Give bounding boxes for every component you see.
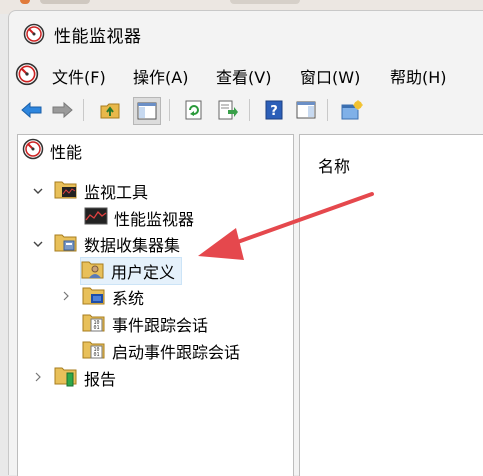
show-hide-action-pane-icon[interactable] xyxy=(293,97,319,123)
tree-root[interactable]: 性能 xyxy=(22,138,82,164)
menu-window[interactable]: 窗口(W) xyxy=(297,62,363,90)
help-icon[interactable]: ? xyxy=(261,97,287,123)
performance-monitor-window: 性能监视器 文件(F) 操作(A) 查看(V) 窗口(W) 帮助(H) ? 性能… xyxy=(8,10,483,476)
tree-item-performance-monitor[interactable]: 性能监视器 xyxy=(84,205,194,231)
show-hide-tree-icon[interactable] xyxy=(133,97,161,125)
system-folder-icon xyxy=(82,285,106,309)
performance-chart-icon xyxy=(84,207,108,229)
toolbar-separator xyxy=(249,99,250,121)
window-title: 性能监视器 xyxy=(54,27,142,47)
menu-help[interactable]: 帮助(H) xyxy=(387,62,450,90)
data-collector-folder-icon xyxy=(54,232,78,256)
chevron-down-icon[interactable] xyxy=(32,238,44,250)
tree-item-system[interactable]: 系统 xyxy=(82,284,144,310)
tree-label: 数据收集器集 xyxy=(84,236,181,255)
startup-trace-folder-icon: 10 01 xyxy=(82,339,106,363)
tree-label: 系统 xyxy=(112,289,145,308)
tree-label: 启动事件跟踪会话 xyxy=(112,343,241,362)
tree-label: 用户定义 xyxy=(111,263,176,282)
toolbar: ? xyxy=(9,95,483,125)
toolbar-separator xyxy=(327,99,328,121)
up-folder-icon[interactable] xyxy=(97,97,123,123)
column-header-name[interactable]: 名称 xyxy=(318,153,350,177)
svg-text:01: 01 xyxy=(93,325,99,331)
menu-action[interactable]: 操作(A) xyxy=(130,62,191,90)
menu-bar: 文件(F) 操作(A) 查看(V) 窗口(W) 帮助(H) xyxy=(9,57,483,91)
tree-item-data-collector-sets[interactable]: 数据收集器集 xyxy=(54,231,180,257)
tree-item-monitoring-tools[interactable]: 监视工具 xyxy=(54,178,148,204)
system-menu-icon[interactable] xyxy=(15,62,39,90)
tree-label: 性能监视器 xyxy=(114,210,195,229)
export-list-icon[interactable] xyxy=(215,97,241,123)
menu-view[interactable]: 查看(V) xyxy=(213,62,274,90)
perfmon-icon xyxy=(23,23,45,49)
report-folder-icon xyxy=(54,365,78,391)
toolbar-separator xyxy=(169,99,170,121)
tree-item-user-defined[interactable]: 用户定义 xyxy=(80,257,183,285)
tree-item-reports[interactable]: 报告 xyxy=(54,365,116,391)
perfmon-icon xyxy=(22,138,44,164)
new-window-icon[interactable] xyxy=(339,97,365,123)
content-list-pane: 名称 xyxy=(299,134,483,476)
back-arrow-icon[interactable] xyxy=(19,97,45,123)
user-defined-folder-icon xyxy=(81,259,105,283)
event-trace-folder-icon: 10 01 xyxy=(82,312,106,336)
title-bar[interactable]: 性能监视器 xyxy=(9,11,483,55)
monitor-folder-icon xyxy=(54,179,78,203)
tree-label: 监视工具 xyxy=(84,183,149,202)
chevron-right-icon[interactable] xyxy=(60,290,72,302)
toolbar-separator xyxy=(83,99,84,121)
tree-item-event-trace-sessions[interactable]: 10 01 事件跟踪会话 xyxy=(82,311,208,337)
menu-file[interactable]: 文件(F) xyxy=(49,62,109,90)
tree-label: 事件跟踪会话 xyxy=(112,316,209,335)
refresh-icon[interactable] xyxy=(181,97,207,123)
svg-text:?: ? xyxy=(270,104,278,119)
navigation-tree: 性能 监视工具 性能监视器 数据收集器集 用户定义 系统 10 01 事件跟踪会… xyxy=(17,134,294,476)
chevron-down-icon[interactable] xyxy=(32,185,44,197)
svg-text:01: 01 xyxy=(93,352,99,358)
tree-item-startup-trace-sessions[interactable]: 10 01 启动事件跟踪会话 xyxy=(82,338,240,364)
forward-arrow-icon[interactable] xyxy=(49,97,75,123)
chevron-right-icon[interactable] xyxy=(32,371,44,383)
tree-root-label: 性能 xyxy=(50,143,83,162)
tree-label: 报告 xyxy=(84,370,117,389)
